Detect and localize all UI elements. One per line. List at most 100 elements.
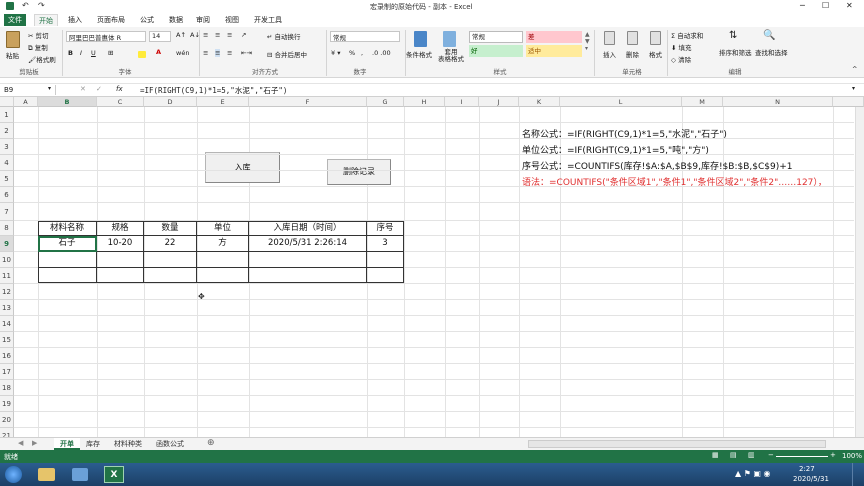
currency-icon[interactable]: ¥ ▾	[331, 49, 340, 57]
table-cell[interactable]	[97, 268, 144, 283]
sort-filter-icon[interactable]: ⇅	[729, 30, 737, 41]
collapse-ribbon-icon[interactable]: ^	[852, 65, 857, 73]
tab-view[interactable]: 视图	[221, 14, 243, 26]
tab-review[interactable]: 审阅	[192, 14, 214, 26]
align-middle-icon[interactable]: ≡	[215, 31, 220, 39]
row-header[interactable]: 20	[0, 412, 14, 428]
bold-icon[interactable]: B	[68, 49, 73, 57]
table-format-button[interactable]: 套用 表格格式	[438, 49, 464, 63]
orientation-icon[interactable]: ↗	[241, 31, 246, 39]
row-header[interactable]: 2	[0, 123, 14, 139]
column-header[interactable]: G	[367, 97, 404, 107]
table-cell[interactable]	[38, 268, 97, 283]
wrap-text-button[interactable]: ↵ 自动换行	[267, 31, 301, 41]
font-name-select[interactable]: 阿里巴巴普惠体 R	[66, 31, 146, 42]
tab-developer[interactable]: 开发工具	[250, 14, 286, 26]
table-cell[interactable]: 22	[144, 236, 197, 252]
font-color-icon[interactable]: A	[156, 48, 161, 56]
row-header[interactable]: 4	[0, 155, 14, 171]
vertical-scrollbar[interactable]	[855, 107, 864, 437]
column-header[interactable]: A	[14, 97, 38, 107]
row-header[interactable]: 13	[0, 300, 14, 316]
table-cell[interactable]	[197, 268, 249, 283]
table-header-cell[interactable]: 入库日期（时间）	[249, 221, 367, 236]
row-header[interactable]: 5	[0, 171, 14, 187]
delete-record-button[interactable]: 删除记录	[327, 159, 391, 185]
align-top-icon[interactable]: ≡	[203, 31, 208, 39]
find-select-button[interactable]: 查找和选择	[755, 47, 788, 57]
excel-taskbar-icon[interactable]: X	[104, 466, 124, 483]
zoom-out-icon[interactable]: −	[768, 451, 774, 459]
sheet-tab-active[interactable]: 开单	[54, 438, 80, 450]
name-box-dropdown-icon[interactable]: ▾	[48, 85, 51, 92]
paste-icon[interactable]	[6, 31, 20, 48]
row-header[interactable]: 14	[0, 316, 14, 332]
page-break-icon[interactable]: ▥	[748, 451, 755, 459]
column-header[interactable]: F	[249, 97, 367, 107]
phonetic-icon[interactable]: wén	[176, 49, 189, 57]
find-select-icon[interactable]: 🔍	[763, 30, 775, 41]
add-sheet-icon[interactable]: ⊕	[207, 438, 215, 448]
conditional-format-icon[interactable]	[414, 31, 427, 47]
fill-color-icon[interactable]	[138, 51, 146, 58]
align-left-icon[interactable]: ≡	[203, 49, 208, 57]
delete-cells-button[interactable]: 删除	[626, 49, 639, 59]
table-cell[interactable]	[97, 252, 144, 268]
undo-icon[interactable]: ↶	[22, 1, 29, 10]
enter-icon[interactable]: ✓	[96, 85, 102, 93]
column-header[interactable]: C	[97, 97, 144, 107]
table-cell[interactable]: 3	[367, 236, 404, 252]
copy-button[interactable]: ⧉ 复制	[28, 42, 48, 53]
redo-icon[interactable]: ↷	[38, 1, 45, 10]
page-layout-icon[interactable]: ▤	[730, 451, 737, 459]
minimize-icon[interactable]: ─	[800, 1, 805, 10]
file-explorer-icon[interactable]	[38, 468, 55, 481]
comma-icon[interactable]: ,	[361, 49, 363, 57]
align-center-icon[interactable]: ≡	[215, 49, 221, 57]
table-cell[interactable]	[144, 252, 197, 268]
table-cell[interactable]: 10-20	[97, 236, 144, 252]
column-header[interactable]: K	[519, 97, 560, 107]
row-header[interactable]: 7	[0, 203, 14, 221]
indent-icon[interactable]: ⇤⇥	[241, 49, 252, 57]
column-header[interactable]: H	[404, 97, 445, 107]
grow-font-icon[interactable]: A↑	[176, 31, 186, 39]
style-good[interactable]: 好	[469, 45, 523, 57]
select-all-corner[interactable]	[0, 97, 14, 107]
row-header[interactable]: 18	[0, 380, 14, 396]
table-header-cell[interactable]: 规格	[97, 221, 144, 236]
insert-cells-icon[interactable]	[604, 31, 615, 45]
row-header[interactable]: 8	[0, 221, 14, 236]
zoom-level[interactable]: 100%	[842, 452, 862, 460]
table-cell[interactable]: 方	[197, 236, 249, 252]
table-cell[interactable]: 2020/5/31 2:26:14	[249, 236, 367, 252]
table-header-cell[interactable]: 数量	[144, 221, 197, 236]
decimal-icon[interactable]: .0 .00	[372, 49, 391, 57]
paste-button[interactable]: 粘贴	[6, 50, 19, 60]
table-header-cell[interactable]: 材料名称	[38, 221, 97, 236]
next-sheet-icon[interactable]: ▶	[32, 439, 37, 447]
row-header[interactable]: 11	[0, 268, 14, 284]
row-header[interactable]: 15	[0, 332, 14, 348]
tab-insert[interactable]: 插入	[64, 14, 86, 26]
conditional-format-button[interactable]: 条件格式	[406, 49, 432, 59]
column-header[interactable]: N	[723, 97, 833, 107]
tab-page-layout[interactable]: 页面布局	[93, 14, 129, 26]
maximize-icon[interactable]: ☐	[822, 1, 829, 10]
app-window-icon[interactable]	[72, 468, 88, 481]
expand-formula-icon[interactable]: ▾	[852, 85, 855, 92]
horizontal-scrollbar[interactable]	[528, 440, 826, 448]
table-cell[interactable]	[249, 268, 367, 283]
row-header[interactable]: 16	[0, 348, 14, 364]
column-header[interactable]: E	[197, 97, 249, 107]
table-cell[interactable]	[367, 268, 404, 283]
row-header[interactable]: 12	[0, 284, 14, 300]
column-header[interactable]	[833, 97, 864, 107]
start-button-icon[interactable]	[5, 466, 22, 483]
row-header[interactable]: 1	[0, 107, 14, 123]
row-header[interactable]: 6	[0, 187, 14, 203]
table-cell[interactable]	[144, 268, 197, 283]
close-icon[interactable]: ✕	[846, 1, 853, 10]
underline-icon[interactable]: U	[91, 49, 96, 57]
table-header-cell[interactable]: 单位	[197, 221, 249, 236]
